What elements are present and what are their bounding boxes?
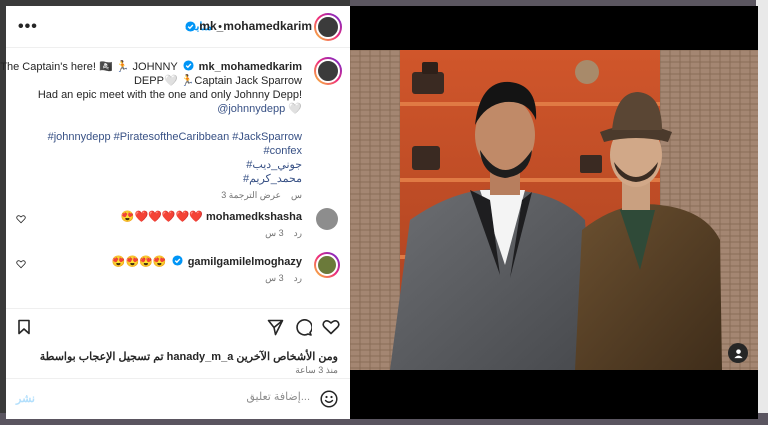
caption-username[interactable]: mk_mohamedkarim	[199, 61, 302, 73]
post-info-panel: ••• متابعة • mk_mohamedkarim The Captain…	[0, 6, 350, 419]
author-name-group[interactable]: mk_mohamedkarim	[185, 19, 312, 33]
more-options-button[interactable]: •••	[18, 18, 38, 36]
comment-meta: رد 3 س	[265, 273, 302, 284]
heart-icon[interactable]	[16, 259, 26, 269]
post-media	[350, 6, 758, 419]
post-timestamp: منذ 3 ساعة	[295, 365, 338, 375]
comment-icon[interactable]	[295, 319, 312, 336]
comment-item: 😍❤️❤️❤️❤️❤️ mohamedkshasha رد 3 س	[6, 207, 350, 247]
add-comment-bar: نشر إضافة تعليق...	[6, 378, 350, 419]
commenter-avatar[interactable]	[314, 252, 340, 278]
comment-meta: رد 3 س	[265, 228, 302, 239]
hashtag-line-4[interactable]: #محمد_كريم	[243, 172, 302, 186]
user-tag-icon	[733, 348, 743, 358]
share-icon[interactable]	[267, 319, 284, 336]
commenter-avatar[interactable]	[316, 208, 338, 230]
hashtag-line-1[interactable]: #johnnydepp #PiratesoftheCaribbean #Jack…	[48, 130, 302, 144]
caption-line-3: Had an epic meet with the one and only J…	[37, 89, 302, 101]
verified-icon	[183, 60, 194, 71]
author-username[interactable]: mk_mohamedkarim	[199, 19, 312, 33]
translate-link[interactable]: عرض الترجمة	[229, 190, 281, 200]
tagged-users-button[interactable]	[728, 343, 748, 363]
post-comment-button[interactable]: نشر	[16, 392, 35, 405]
photo-illustration	[350, 50, 758, 370]
post-actions: تم تسجيل الإعجاب بواسطة hanady_m_a ومن ا…	[6, 308, 350, 388]
comment-input[interactable]: إضافة تعليق...	[66, 390, 310, 403]
comment-text: 😍😍😍😍	[111, 256, 167, 268]
heart-icon[interactable]	[322, 319, 340, 335]
comment-username[interactable]: mohamedkshasha	[206, 211, 302, 223]
comment-body: 😍😍😍😍 gamilgamilelmoghazy	[112, 255, 302, 268]
post-header: ••• متابعة • mk_mohamedkarim	[6, 6, 350, 48]
likes-summary[interactable]: تم تسجيل الإعجاب بواسطة hanady_m_a ومن ا…	[40, 350, 338, 363]
post-photo	[350, 50, 758, 370]
verified-icon	[185, 20, 196, 32]
emoji-icon[interactable]	[320, 390, 338, 408]
comment-time: 3 س	[265, 273, 284, 283]
save-icon[interactable]	[16, 319, 32, 335]
author-avatar[interactable]	[314, 13, 342, 41]
comment-time: 3 س	[265, 228, 284, 238]
caption-line-4: @johnnydepp 🤍	[217, 102, 302, 116]
comment-body: 😍❤️❤️❤️❤️❤️ mohamedkshasha	[121, 210, 302, 223]
hashtag-line-3[interactable]: #جوني_ديب	[246, 158, 302, 172]
verified-icon	[172, 255, 183, 266]
caption-line-2: DEPP🤍 🏃Captain Jack Sparrow	[133, 75, 302, 87]
caption-avatar[interactable]	[314, 57, 342, 85]
caption-meta: 3 س عرض الترجمة	[221, 188, 302, 202]
reply-link[interactable]: رد	[294, 228, 302, 238]
comment-username[interactable]: gamilgamilelmoghazy	[188, 256, 302, 268]
reply-link[interactable]: رد	[294, 273, 302, 283]
heart-icon[interactable]	[16, 214, 26, 224]
hashtag-line-2[interactable]: #confex	[263, 144, 302, 158]
comment-item: 😍😍😍😍 gamilgamilelmoghazy رد 3 س	[6, 252, 350, 292]
comment-text: 😍❤️❤️❤️❤️❤️	[120, 211, 203, 223]
caption-line-1: The Captain's here! 🏴‍☠️ 🏃 JOHNNY mk_moh…	[0, 60, 302, 73]
mention-link[interactable]: @johnnydepp 🤍	[217, 103, 302, 115]
